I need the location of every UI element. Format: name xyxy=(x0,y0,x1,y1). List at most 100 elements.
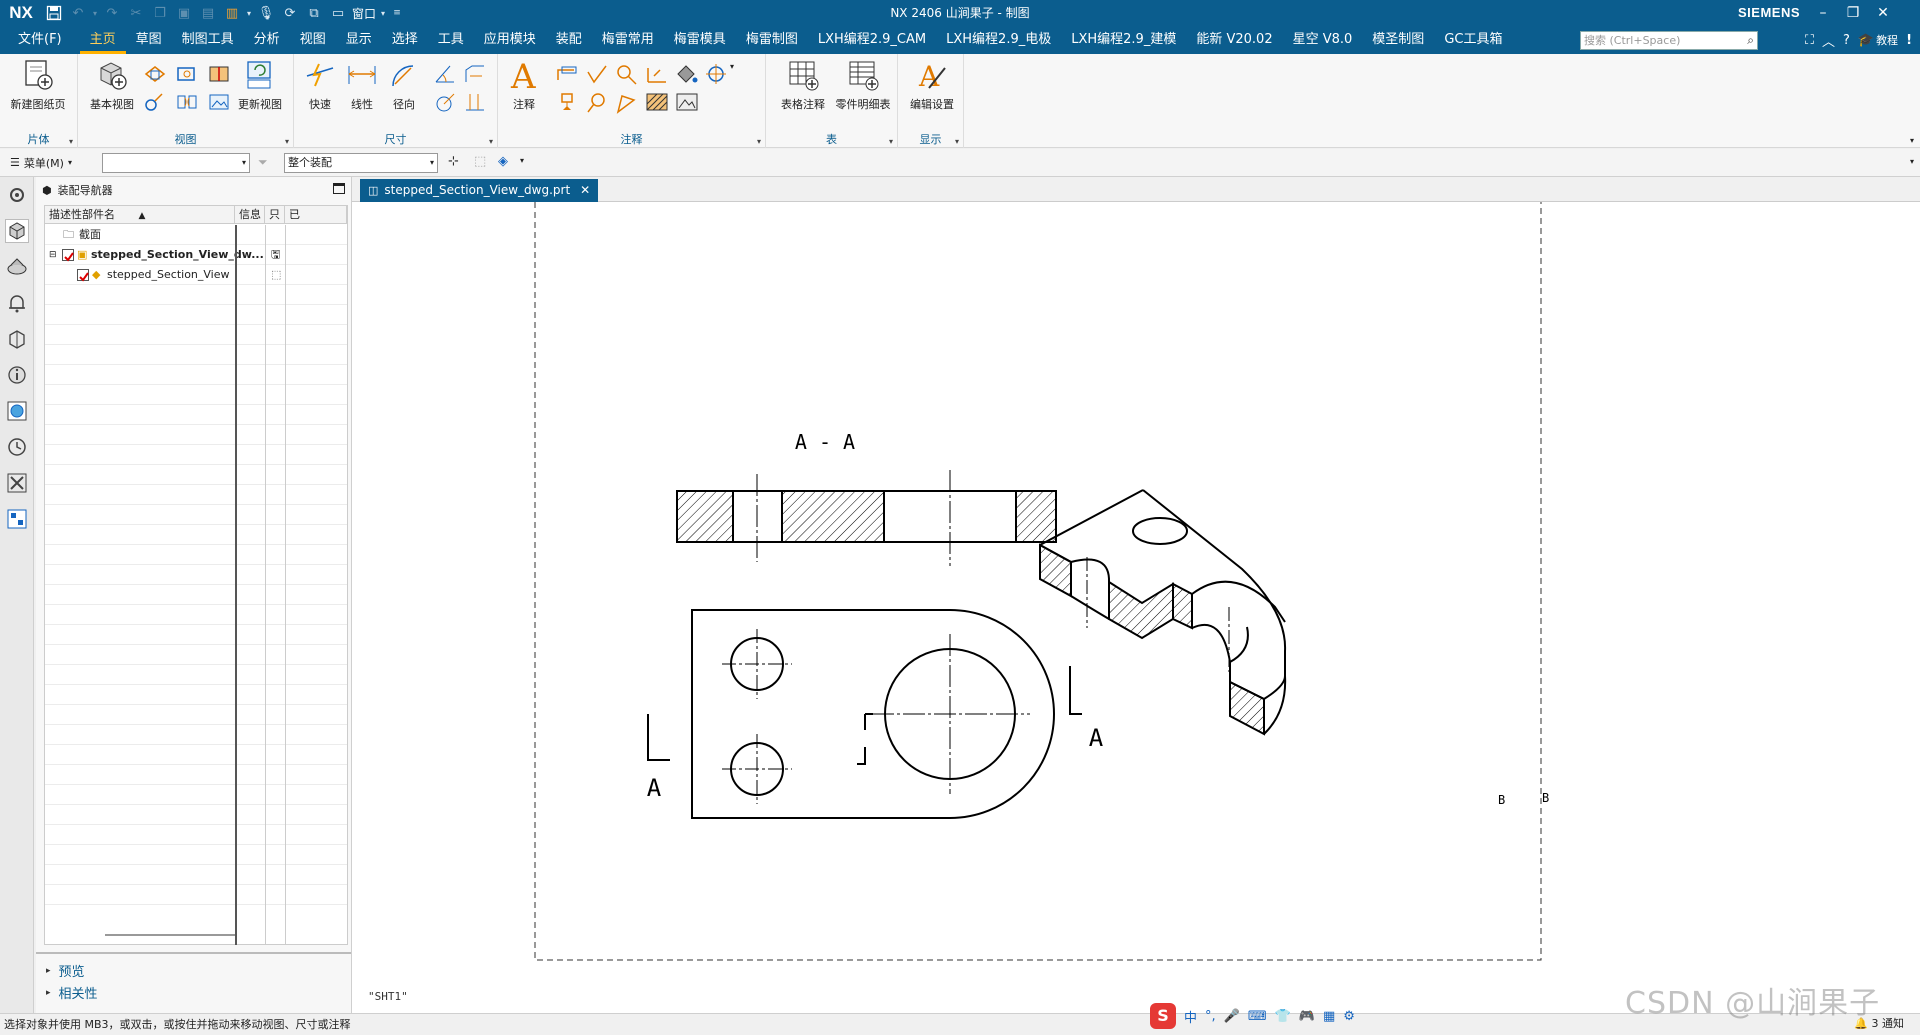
game-icon[interactable]: 🎮 xyxy=(1299,1009,1315,1024)
dropdown-icon[interactable]: ▾ xyxy=(730,62,742,86)
document-tab[interactable]: ◫ stepped_Section_View_dwg.prt ✕ xyxy=(360,179,599,202)
view-break-icon[interactable] xyxy=(174,90,200,114)
target-point-icon[interactable] xyxy=(614,90,640,114)
dropdown-icon[interactable]: ▾ xyxy=(244,0,254,26)
tree-row-component[interactable]: ◆ stepped_Section_View ⬚ xyxy=(45,265,347,285)
weld-symbol-icon[interactable] xyxy=(614,62,640,86)
window-menu[interactable]: 窗口 xyxy=(352,5,376,22)
drawing-sheet[interactable]: A - A A A B B xyxy=(352,193,1920,1013)
panel-splitter[interactable] xyxy=(36,952,351,954)
toolbar-options-icon[interactable]: ▾ xyxy=(1910,157,1914,166)
tab-assembly[interactable]: 装配 xyxy=(546,26,592,54)
preview-section[interactable]: ▸ 预览 xyxy=(46,961,85,980)
paste-icon[interactable]: ▣ xyxy=(172,0,196,26)
group-more-icon[interactable]: ▾ xyxy=(757,137,761,146)
command-search-input[interactable]: 搜索 (Ctrl+Space) ⌕ xyxy=(1580,31,1758,50)
image-view-icon[interactable] xyxy=(206,90,232,114)
tab-select[interactable]: 选择 xyxy=(382,26,428,54)
checkbox-icon[interactable] xyxy=(62,249,74,262)
skin-icon[interactable]: 👕 xyxy=(1275,1009,1291,1024)
isometric-view[interactable] xyxy=(1039,489,1287,736)
window-icon[interactable]: ▭ xyxy=(326,0,350,26)
surface-finish-icon[interactable] xyxy=(584,62,610,86)
thickness-dimension-icon[interactable] xyxy=(432,90,458,114)
tab-xingkong[interactable]: 星空 V8.0 xyxy=(1283,26,1363,54)
group-more-icon[interactable]: ▾ xyxy=(69,137,73,146)
punctuation-icon[interactable]: °, xyxy=(1205,1009,1216,1024)
group-more-icon[interactable]: ▾ xyxy=(955,137,959,146)
toolbox-icon[interactable]: ▦ xyxy=(1323,1009,1335,1024)
notification-bell-icon[interactable] xyxy=(5,291,29,315)
tab-sketch[interactable]: 草图 xyxy=(126,26,172,54)
part-navigator-icon[interactable] xyxy=(5,255,29,279)
tab-meilei-common[interactable]: 梅雷常用 xyxy=(592,26,664,54)
settings-icon[interactable] xyxy=(5,183,29,207)
group-more-icon[interactable]: ▾ xyxy=(489,137,493,146)
role-icon[interactable] xyxy=(5,507,29,531)
tab-meilei-mold[interactable]: 梅雷模具 xyxy=(664,26,736,54)
sogou-ime-icon[interactable]: S xyxy=(1150,1003,1176,1029)
column-header-info[interactable]: 信息 xyxy=(235,206,265,224)
keyboard-icon[interactable]: ⌨ xyxy=(1248,1009,1267,1024)
parts-list-button[interactable]: 零件明细表 xyxy=(832,58,894,112)
datum-feature-icon[interactable] xyxy=(554,90,580,114)
tab-lxh-cam[interactable]: LXH编程2.9_CAM xyxy=(808,26,936,54)
ribbon-options-icon[interactable]: ▾ xyxy=(1910,136,1914,145)
copy-icon[interactable]: ❐ xyxy=(148,0,172,26)
column-divider[interactable] xyxy=(235,225,237,945)
tools-icon[interactable] xyxy=(5,471,29,495)
detail-view-icon[interactable] xyxy=(174,62,200,86)
feature-control-frame-icon[interactable] xyxy=(554,62,580,86)
drawing-canvas[interactable]: A - A A A B B xyxy=(352,193,1920,1013)
projected-view-icon[interactable] xyxy=(142,62,168,86)
reuse-library-icon[interactable] xyxy=(5,327,29,351)
hatch-icon[interactable] xyxy=(644,90,670,114)
close-icon[interactable]: ✕ xyxy=(580,179,590,202)
radial-dimension-button[interactable]: 径向 xyxy=(382,58,426,112)
clipboard-icon[interactable]: ▤ xyxy=(196,0,220,26)
collapse-ribbon-icon[interactable]: ︿ xyxy=(1822,31,1835,50)
break-view-icon[interactable] xyxy=(142,90,168,114)
note-button[interactable]: A 注释 xyxy=(502,57,546,112)
tab-lxh-modeling[interactable]: LXH编程2.9_建模 xyxy=(1061,26,1186,54)
fill-icon[interactable] xyxy=(674,62,700,86)
column-header-name[interactable]: 描述性部件名 ▲ xyxy=(45,206,235,224)
tab-nengxin[interactable]: 能新 V20.02 xyxy=(1186,26,1282,54)
snap-point-icon[interactable]: ⊹ xyxy=(448,154,459,169)
notifications[interactable]: 🔔 3 通知 xyxy=(1854,1013,1904,1035)
center-mark-icon[interactable] xyxy=(704,62,730,86)
customize-icon[interactable]: ≡ xyxy=(390,0,404,26)
tutorial-link[interactable]: 教程 xyxy=(1876,32,1898,48)
edit-settings-button[interactable]: A 编辑设置 xyxy=(904,58,960,112)
image-icon[interactable] xyxy=(674,90,700,114)
tab-display[interactable]: 显示 xyxy=(336,26,382,54)
table-note-button[interactable]: 表格注释 xyxy=(774,58,832,112)
relations-section[interactable]: ▸ 相关性 xyxy=(46,983,98,1002)
close-icon[interactable]: ✕ xyxy=(1868,0,1898,26)
section-view-icon[interactable] xyxy=(206,62,232,86)
angular-dimension-icon[interactable] xyxy=(432,62,458,86)
type-filter-select[interactable]: ▾ xyxy=(102,153,250,173)
top-view[interactable]: A A xyxy=(647,609,1104,819)
window-switch-icon[interactable]: ⧉ xyxy=(302,0,326,26)
dropdown-icon[interactable]: ▾ xyxy=(376,0,390,26)
microphone-icon[interactable]: 🎙 xyxy=(254,0,278,26)
tab-mosheng[interactable]: 模圣制图 xyxy=(1362,26,1434,54)
history-icon[interactable] xyxy=(5,435,29,459)
redo-icon[interactable]: ↷ xyxy=(100,0,124,26)
column-header-modified[interactable]: 已 xyxy=(285,206,347,224)
update-view-button[interactable]: 更新视图 xyxy=(232,58,288,112)
microphone-icon[interactable]: 🎤 xyxy=(1224,1009,1240,1024)
tree-row-assembly[interactable]: ⊟ ▣ stepped_Section_View_dw... 🖫 xyxy=(45,245,347,265)
dropdown-icon[interactable]: ▾ xyxy=(520,156,524,165)
datum-target-icon[interactable] xyxy=(644,62,670,86)
tab-tools[interactable]: 工具 xyxy=(428,26,474,54)
dropdown-icon[interactable]: ▾ xyxy=(90,0,100,26)
rapid-dimension-button[interactable]: 快速 xyxy=(298,58,342,112)
tab-analysis[interactable]: 分析 xyxy=(244,26,290,54)
alert-icon[interactable]: ! xyxy=(1906,33,1912,48)
group-more-icon[interactable]: ▾ xyxy=(889,137,893,146)
layout-icon[interactable]: ▥ xyxy=(220,0,244,26)
tab-gc-toolbox[interactable]: GC工具箱 xyxy=(1434,26,1512,54)
base-view-button[interactable]: 基本视图 xyxy=(84,58,140,112)
